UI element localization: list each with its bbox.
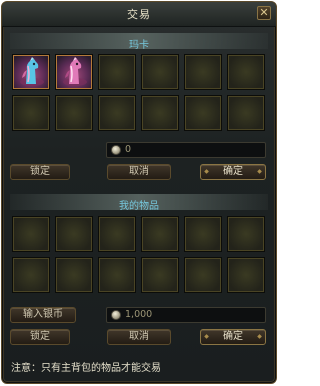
partner-money-display: 0 xyxy=(106,142,266,158)
partner-slot[interactable] xyxy=(184,95,222,131)
my-slot[interactable] xyxy=(227,257,265,293)
partner-slot[interactable] xyxy=(227,54,265,90)
confirm-label: 确定 xyxy=(223,166,243,177)
cancel-label: 取消 xyxy=(129,166,149,177)
pink-horse-mount-icon xyxy=(63,57,87,86)
partner-section-header: 玛卡 xyxy=(10,33,268,51)
partner-slot[interactable] xyxy=(141,54,179,90)
my-slot[interactable] xyxy=(12,216,50,252)
silver-coin-icon xyxy=(111,145,121,155)
partner-slot[interactable] xyxy=(12,54,50,90)
partner-cancel-button[interactable]: 取消 xyxy=(107,164,171,180)
my-slot[interactable] xyxy=(141,257,179,293)
trade-window: 交易 ✕ 玛卡 0 锁定 取消 ◆ 确定 ◆ 我的物品 输入银币 1,000 锁… xyxy=(1,1,277,384)
my-slot[interactable] xyxy=(12,257,50,293)
partner-slot[interactable] xyxy=(55,54,93,90)
my-confirm-button[interactable]: ◆ 确定 ◆ xyxy=(200,329,266,345)
ornament-icon: ◆ xyxy=(204,168,209,175)
confirm-label: 确定 xyxy=(223,331,243,342)
close-icon: ✕ xyxy=(259,6,269,19)
partner-item-grid xyxy=(12,54,268,131)
cancel-label: 取消 xyxy=(129,331,149,342)
my-items-section-header: 我的物品 xyxy=(10,194,268,212)
my-money-display: 1,000 xyxy=(106,307,266,323)
partner-slot[interactable] xyxy=(98,54,136,90)
input-silver-label: 输入银币 xyxy=(23,309,63,320)
partner-confirm-button[interactable]: ◆ 确定 ◆ xyxy=(200,164,266,180)
partner-name: 玛卡 xyxy=(129,40,149,51)
lock-label: 锁定 xyxy=(30,166,50,177)
trade-note: 注意：只有主背包的物品才能交易 xyxy=(11,363,161,374)
my-item-grid xyxy=(12,216,268,293)
partner-slot[interactable] xyxy=(12,95,50,131)
my-slot[interactable] xyxy=(98,216,136,252)
partner-slot[interactable] xyxy=(141,95,179,131)
my-slot[interactable] xyxy=(141,216,179,252)
partner-slot[interactable] xyxy=(98,95,136,131)
lock-label: 锁定 xyxy=(30,331,50,342)
ornament-icon: ◆ xyxy=(204,333,209,340)
close-button[interactable]: ✕ xyxy=(257,6,271,20)
my-lock-button[interactable]: 锁定 xyxy=(10,329,70,345)
window-title: 交易 xyxy=(127,8,151,21)
my-slot[interactable] xyxy=(184,216,222,252)
ornament-icon: ◆ xyxy=(257,168,262,175)
partner-money-value: 0 xyxy=(125,144,132,155)
my-slot[interactable] xyxy=(184,257,222,293)
title-bar[interactable]: 交易 ✕ xyxy=(2,2,276,27)
partner-lock-button[interactable]: 锁定 xyxy=(10,164,70,180)
partner-slot[interactable] xyxy=(227,95,265,131)
partner-slot[interactable] xyxy=(184,54,222,90)
pink-horse-mount-icon xyxy=(20,57,44,86)
ornament-icon: ◆ xyxy=(257,333,262,340)
my-slot[interactable] xyxy=(55,257,93,293)
my-cancel-button[interactable]: 取消 xyxy=(107,329,171,345)
my-items-title: 我的物品 xyxy=(119,201,159,212)
my-money-value: 1,000 xyxy=(125,309,153,320)
input-silver-button[interactable]: 输入银币 xyxy=(10,307,76,323)
my-slot[interactable] xyxy=(227,216,265,252)
my-slot[interactable] xyxy=(98,257,136,293)
partner-slot[interactable] xyxy=(55,95,93,131)
my-slot[interactable] xyxy=(55,216,93,252)
silver-coin-icon xyxy=(111,310,121,320)
